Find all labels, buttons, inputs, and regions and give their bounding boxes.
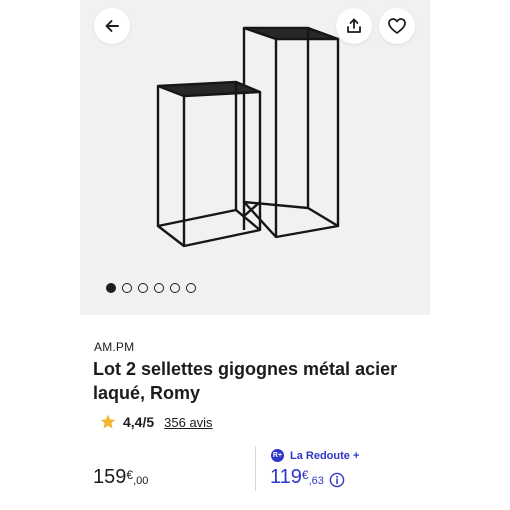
product-image [156, 26, 340, 248]
pagination-dot-4[interactable] [154, 283, 164, 293]
pagination-dot-5[interactable] [170, 283, 180, 293]
standard-price-cents: ,00 [133, 475, 149, 487]
brand-name[interactable]: AM.PM [94, 340, 134, 354]
rating: 4,4/5 356 avis [100, 414, 213, 430]
loyalty-program-label: La Redoute + [290, 449, 360, 462]
heart-icon [388, 18, 406, 34]
member-price: 119 € ,63 [270, 466, 345, 489]
info-icon[interactable] [329, 472, 345, 488]
standard-price-currency: € [126, 468, 134, 482]
arrow-left-icon [105, 20, 119, 32]
standard-price-integer: 159 [93, 466, 127, 488]
image-pagination[interactable] [106, 283, 196, 293]
loyalty-badge-icon: R+ [271, 449, 284, 462]
standard-price: 159 € ,00 [93, 466, 148, 489]
star-icon [100, 414, 116, 429]
back-button[interactable] [94, 8, 130, 44]
pagination-dot-1[interactable] [106, 283, 116, 293]
member-price-currency: € [301, 468, 309, 482]
reviews-link[interactable]: 356 avis [164, 415, 212, 430]
product-gallery[interactable] [80, 0, 430, 315]
pagination-dot-6[interactable] [186, 283, 196, 293]
price-divider [255, 446, 256, 491]
loyalty-program: R+ La Redoute + [271, 449, 359, 462]
rating-value: 4,4/5 [123, 414, 155, 430]
member-price-cents: ,63 [308, 475, 324, 487]
member-price-integer: 119 [270, 466, 302, 488]
favorite-button[interactable] [379, 8, 415, 44]
pagination-dot-2[interactable] [122, 283, 132, 293]
product-title: Lot 2 sellettes gigognes métal acier laq… [93, 359, 398, 403]
pagination-dot-3[interactable] [138, 283, 148, 293]
